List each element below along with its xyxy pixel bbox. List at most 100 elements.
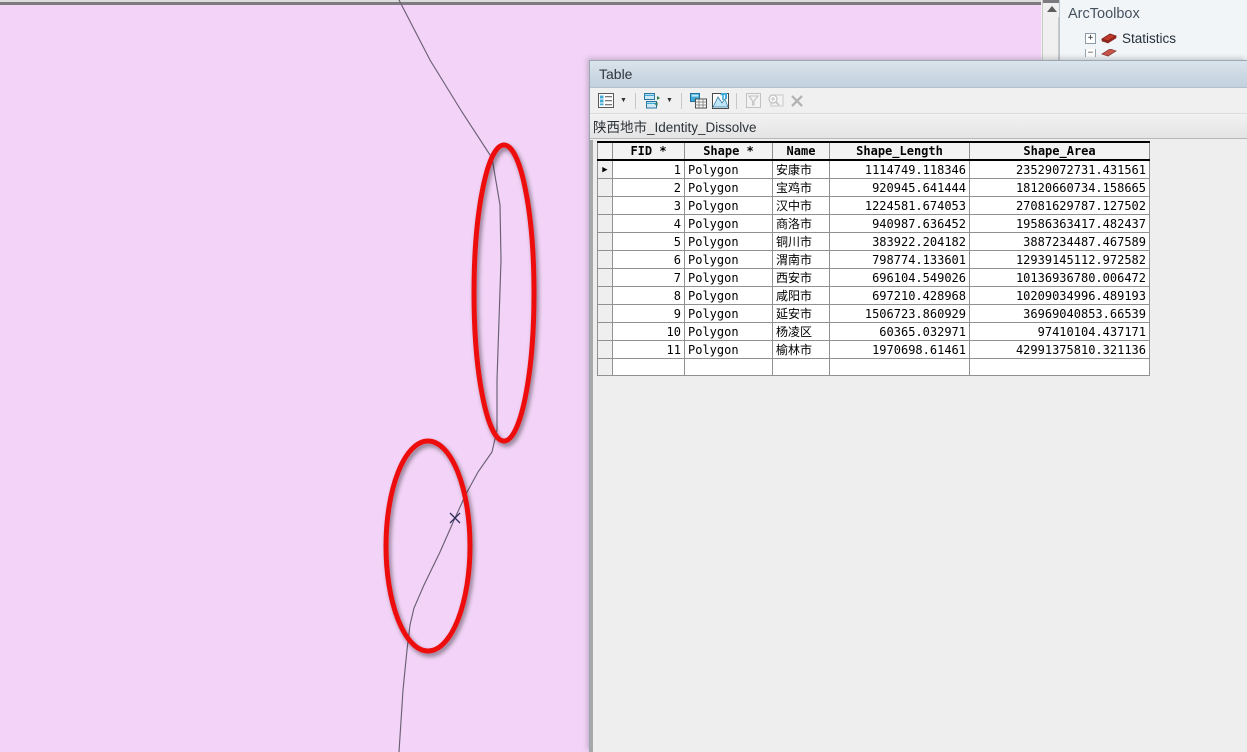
table-row[interactable]: 5 Polygon 铜川市 383922.204182 3887234487.46758…	[597, 232, 1150, 251]
row-indicator[interactable]	[597, 232, 613, 251]
row-indicator[interactable]	[597, 286, 613, 305]
select-by-attributes-icon[interactable]	[710, 91, 730, 111]
collapse-minus-icon[interactable]: −	[1085, 49, 1096, 57]
table-window-titlebar[interactable]: Table	[590, 61, 1247, 88]
cell-shape-area: 19586363417.482437	[969, 214, 1150, 233]
cell-name: 渭南市	[772, 250, 830, 269]
cell-blank	[597, 358, 613, 376]
cell-shape-length: 697210.428968	[829, 286, 970, 305]
cell-shape-area: 18120660734.158665	[969, 178, 1150, 197]
clear-selection-icon	[787, 91, 807, 111]
table-header-row: FID * Shape * Name Shape_Length Shape_Ar…	[597, 141, 1150, 161]
column-header-shape-area[interactable]: Shape_Area	[969, 141, 1150, 161]
cell-name: 安康市	[772, 159, 830, 179]
toolbar-separator-2	[681, 92, 682, 109]
layer-tab-label: 陕西地市_Identity_Dissolve	[593, 120, 757, 135]
cell-blank	[772, 358, 830, 376]
table-toolbar: ▼ ▼	[590, 88, 1247, 114]
cell-shape: Polygon	[684, 232, 773, 251]
table-row-blank[interactable]	[597, 358, 1150, 376]
cell-fid: 1	[612, 159, 685, 179]
row-indicator[interactable]	[597, 196, 613, 215]
cell-shape-area: 27081629787.127502	[969, 196, 1150, 215]
cell-blank	[612, 358, 685, 376]
row-indicator[interactable]	[597, 250, 613, 269]
table-row[interactable]: 7 Polygon 西安市 696104.549026 10136936780.0064…	[597, 268, 1150, 287]
annotation-ellipse-lower	[383, 438, 473, 654]
cell-name: 咸阳市	[772, 286, 830, 305]
cell-shape: Polygon	[684, 268, 773, 287]
cell-shape-length: 1970698.61461	[829, 340, 970, 359]
arctoolbox-scrollbar[interactable]	[1042, 0, 1060, 60]
cell-shape: Polygon	[684, 178, 773, 197]
cell-shape-length: 1224581.674053	[829, 196, 970, 215]
table-row[interactable]: 2 Polygon 宝鸡市 920945.641444 18120660734.1586…	[597, 178, 1150, 197]
cell-shape-area: 23529072731.431561	[969, 159, 1150, 179]
cell-fid: 9	[612, 304, 685, 323]
cell-fid: 7	[612, 268, 685, 287]
cell-name: 宝鸡市	[772, 178, 830, 197]
column-header-select[interactable]	[597, 141, 613, 161]
column-header-name[interactable]: Name	[772, 141, 830, 161]
related-tables-dropdown-arrow[interactable]: ▼	[664, 91, 675, 111]
table-row[interactable]: 6 Polygon 渭南市 798774.133601 12939145112.9725…	[597, 250, 1150, 269]
zoom-to-selected-icon	[765, 91, 785, 111]
related-tables-icon[interactable]	[642, 91, 662, 111]
table-window: Table ▼ ▼ 陕西地市_Identity_Dissolve FID * S…	[589, 60, 1247, 752]
cell-fid: 4	[612, 214, 685, 233]
table-row[interactable]: 8 Polygon 咸阳市 697210.428968 10209034996.4891…	[597, 286, 1150, 305]
cell-fid: 2	[612, 178, 685, 197]
cell-shape-length: 1506723.860929	[829, 304, 970, 323]
toolbar-separator-1	[635, 92, 636, 109]
row-indicator[interactable]	[597, 340, 613, 359]
cell-shape: Polygon	[684, 159, 773, 179]
row-indicator[interactable]	[597, 304, 613, 323]
column-header-shape[interactable]: Shape *	[684, 141, 773, 161]
table-row[interactable]: 3 Polygon 汉中市 1224581.674053 27081629787.127…	[597, 196, 1150, 215]
cell-fid: 10	[612, 322, 685, 341]
cell-shape-length: 696104.549026	[829, 268, 970, 287]
cell-shape-area: 97410104.437171	[969, 322, 1150, 341]
cell-shape-length: 60365.032971	[829, 322, 970, 341]
row-indicator[interactable]	[597, 214, 613, 233]
row-indicator[interactable]: ▶	[597, 159, 613, 179]
row-indicator[interactable]	[597, 268, 613, 287]
column-header-fid[interactable]: FID *	[612, 141, 685, 161]
cell-shape: Polygon	[684, 196, 773, 215]
column-header-shape-length[interactable]: Shape_Length	[829, 141, 970, 161]
cell-shape-area: 42991375810.321136	[969, 340, 1150, 359]
table-options-dropdown-arrow[interactable]: ▼	[618, 91, 629, 111]
cell-fid: 6	[612, 250, 685, 269]
cell-name: 杨凌区	[772, 322, 830, 341]
cell-name: 汉中市	[772, 196, 830, 215]
cell-name: 铜川市	[772, 232, 830, 251]
attribute-grid-container[interactable]: FID * Shape * Name Shape_Length Shape_Ar…	[590, 140, 1247, 752]
switch-selection-icon	[743, 91, 763, 111]
cell-fid: 8	[612, 286, 685, 305]
attribute-table-body: ▶ 1 Polygon 安康市 1114749.118346 23529072731.43…	[597, 159, 1150, 376]
row-indicator[interactable]	[597, 322, 613, 341]
arctoolbox-item-clipped[interactable]: −	[1085, 49, 1247, 57]
table-options-icon[interactable]	[596, 91, 616, 111]
expand-plus-icon[interactable]: +	[1085, 32, 1096, 44]
cell-shape: Polygon	[684, 250, 773, 269]
cell-shape: Polygon	[684, 214, 773, 233]
toolbar-separator-3	[736, 92, 737, 109]
cell-fid: 5	[612, 232, 685, 251]
row-indicator[interactable]	[597, 178, 613, 197]
layer-tab-bar[interactable]: 陕西地市_Identity_Dissolve	[590, 114, 1247, 139]
table-row[interactable]: ▶ 1 Polygon 安康市 1114749.118346 23529072731.43…	[597, 159, 1150, 179]
cell-shape-length: 798774.133601	[829, 250, 970, 269]
table-row[interactable]: 11 Polygon 榆林市 1970698.61461 42991375810.321…	[597, 340, 1150, 359]
scrollbar-top-divider	[1043, 0, 1060, 3]
arctoolbox-item-statistics[interactable]: + Statistics	[1085, 28, 1247, 48]
table-row[interactable]: 9 Polygon 延安市 1506723.860929 36969040853.665…	[597, 304, 1150, 323]
arcmap-window: ArcToolbox + Statistics − Table ▼ ▼ 陕西地市…	[0, 0, 1247, 752]
table-row[interactable]: 4 Polygon 商洛市 940987.636452 19586363417.4824…	[597, 214, 1150, 233]
move-field-icon[interactable]	[688, 91, 708, 111]
table-window-title: Table	[599, 66, 633, 82]
cell-name: 商洛市	[772, 214, 830, 233]
arctoolbox-tree[interactable]: + Statistics −	[1060, 28, 1247, 57]
table-row[interactable]: 10 Polygon 杨凌区 60365.032971 97410104.437171	[597, 322, 1150, 341]
arctoolbox-panel: ArcToolbox + Statistics −	[1059, 0, 1247, 60]
